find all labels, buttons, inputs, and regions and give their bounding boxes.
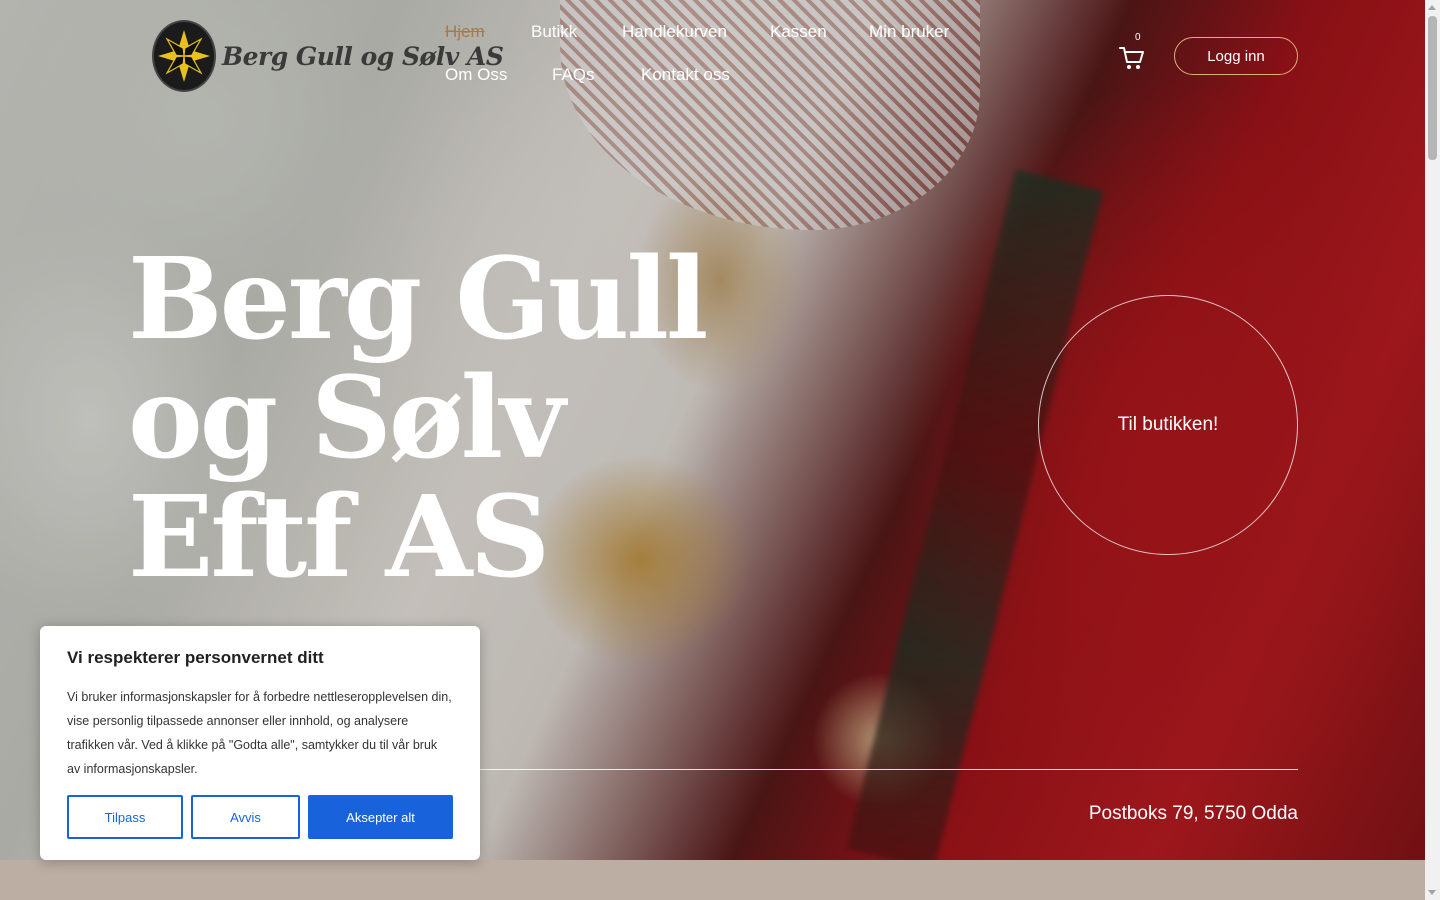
nav-item-om-oss[interactable]: Om Oss [445, 65, 507, 85]
nav-item-kassen[interactable]: Kassen [770, 22, 827, 42]
scroll-up-arrow-icon[interactable] [1428, 5, 1436, 10]
cookie-button-row: Tilpass Avvis Aksepter alt [67, 795, 453, 839]
page-scrollbar[interactable] [1425, 0, 1440, 900]
cookie-reject-button[interactable]: Avvis [191, 795, 300, 839]
hero-title: Berg Gull og Sølv Eftf AS [128, 240, 768, 597]
cookie-customize-button[interactable]: Tilpass [67, 795, 183, 839]
hero-title-line: og Sølv [128, 353, 565, 484]
scrollbar-thumb[interactable] [1428, 16, 1437, 160]
shop-cta-label: Til butikken! [1117, 414, 1219, 435]
cart-count-badge: 0 [1135, 32, 1141, 43]
eight-point-star-icon [152, 20, 216, 92]
cookie-body: Vi bruker informasjonskapsler for å forb… [67, 690, 452, 776]
nav-item-kontakt-oss[interactable]: Kontakt oss [641, 65, 730, 85]
hero-title-line: Berg Gull [128, 234, 708, 365]
address-text: Postboks 79, 5750 Odda [1088, 803, 1298, 824]
nav-item-faqs[interactable]: FAQs [552, 65, 595, 85]
cart-button[interactable]: 0 [1118, 32, 1148, 72]
scroll-down-arrow-icon[interactable] [1428, 890, 1436, 895]
nav-item-handlekurven[interactable]: Handlekurven [622, 22, 727, 42]
site-logo[interactable]: Berg Gull og Sølv AS [152, 20, 504, 92]
cookie-title: Vi respekterer personvernet ditt [67, 648, 324, 667]
nav-item-butikk[interactable]: Butikk [531, 22, 577, 42]
cookie-accept-all-button[interactable]: Aksepter alt [308, 795, 453, 839]
hero-divider [440, 769, 1298, 770]
hero-background-embroidery [846, 169, 1104, 860]
nav-item-hjem[interactable]: Hjem [445, 22, 485, 42]
nav-item-min-bruker[interactable]: Min bruker [869, 22, 949, 42]
shop-cta-button[interactable]: Til butikken! [1038, 295, 1298, 555]
login-button[interactable]: Logg inn [1174, 37, 1298, 75]
cookie-consent-banner: Vi respekterer personvernet ditt Vi bruk… [40, 626, 480, 860]
hero-title-line: Eftf AS [128, 472, 550, 603]
shopping-cart-icon [1119, 47, 1144, 69]
